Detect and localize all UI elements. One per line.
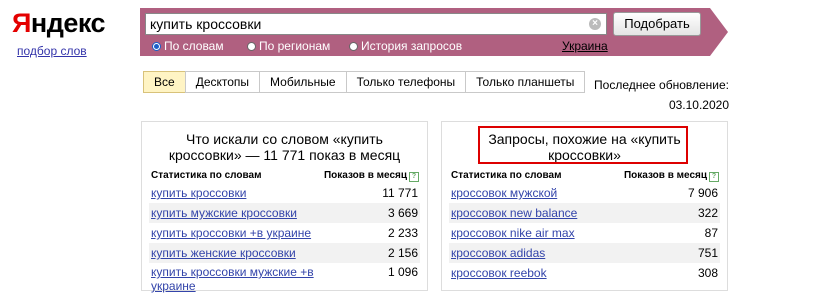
keyword-link[interactable]: кроссовок reebok <box>451 266 547 280</box>
keyword-link[interactable]: кроссовок new balance <box>451 206 577 220</box>
table-row: купить кроссовки 11 771 <box>149 183 420 203</box>
col-words: Статистика по словам <box>451 170 562 181</box>
count: 308 <box>697 266 718 280</box>
table-row: кроссовок nike air max 87 <box>449 223 720 243</box>
table-row: купить мужские кроссовки 3 669 <box>149 203 420 223</box>
help-icon[interactable]: ? <box>409 172 419 182</box>
left-table: купить кроссовки 11 771 купить мужские кр… <box>149 183 420 293</box>
keyword-link[interactable]: купить кроссовки мужские +в украине <box>151 265 321 293</box>
keyword-link[interactable]: купить мужские кроссовки <box>151 206 297 220</box>
radio-by-regions[interactable]: По регионам <box>247 39 330 53</box>
table-row: кроссовок new balance 322 <box>449 203 720 223</box>
table-row: кроссовок reebok 308 <box>449 263 720 283</box>
table-row: купить кроссовки мужские +в украине 1 096 <box>149 263 420 293</box>
count: 322 <box>697 206 718 220</box>
count: 3 669 <box>387 206 418 220</box>
radio-dot-icon <box>349 42 358 51</box>
radio-dot-icon <box>152 42 161 51</box>
search-input-value: купить кроссовки <box>150 16 262 32</box>
yandex-logo[interactable]: Яндекс <box>12 8 106 39</box>
last-update-date: 03.10.2020 <box>668 98 729 112</box>
help-icon[interactable]: ? <box>709 172 719 182</box>
right-table: кроссовок мужской 7 906 кроссовок new bal… <box>449 183 720 283</box>
logo-letter: Я <box>12 8 31 38</box>
device-tabs: Все Десктопы Мобильные Только телефоны Т… <box>143 71 586 93</box>
radio-history[interactable]: История запросов <box>349 39 462 53</box>
count: 2 233 <box>387 226 418 240</box>
count: 11 771 <box>382 186 418 200</box>
last-update: Последнее обновление: 03.10.2020 <box>594 75 729 115</box>
right-panel: Запросы, похожие на «купить кроссовки» С… <box>441 121 728 291</box>
table-row: кроссовок adidas 751 <box>449 243 720 263</box>
keyword-link[interactable]: кроссовок nike air max <box>451 226 575 240</box>
radio-dot-icon <box>247 42 256 51</box>
col-shows: Показов в месяц? <box>324 170 419 182</box>
left-panel-title: Что искали со словом «купить кроссовки» … <box>168 131 401 163</box>
count: 751 <box>697 246 718 260</box>
keyword-link[interactable]: кроссовок мужской <box>451 186 557 200</box>
search-input[interactable]: купить кроссовки × <box>145 13 607 35</box>
tab-desktops[interactable]: Десктопы <box>184 71 261 93</box>
region-link[interactable]: Украина <box>562 39 608 53</box>
left-panel: Что искали со словом «купить кроссовки» … <box>141 121 428 293</box>
keyword-link[interactable]: купить кроссовки +в украине <box>151 226 311 240</box>
count: 1 096 <box>387 265 418 279</box>
col-shows: Показов в месяц? <box>624 170 719 182</box>
tab-tablets[interactable]: Только планшеты <box>465 71 586 93</box>
wordstat-link[interactable]: подбор слов <box>17 44 87 58</box>
keyword-link[interactable]: купить женские кроссовки <box>151 246 296 260</box>
submit-button[interactable]: Подобрать <box>613 12 701 36</box>
col-words: Статистика по словам <box>151 170 262 181</box>
count: 87 <box>704 226 718 240</box>
table-row: купить кроссовки +в украине 2 233 <box>149 223 420 243</box>
radio-by-words[interactable]: По словам <box>152 39 224 53</box>
search-bar: купить кроссовки × Подобрать По словам П… <box>140 8 728 56</box>
table-row: кроссовок мужской 7 906 <box>449 183 720 203</box>
count: 7 906 <box>687 186 718 200</box>
logo-text: ндекс <box>30 8 106 38</box>
keyword-link[interactable]: кроссовок adidas <box>451 246 545 260</box>
keyword-link[interactable]: купить кроссовки <box>151 186 246 200</box>
count: 2 156 <box>387 246 418 260</box>
tab-all[interactable]: Все <box>143 71 186 93</box>
highlight-box <box>478 126 688 164</box>
table-row: купить женские кроссовки 2 156 <box>149 243 420 263</box>
last-update-label: Последнее обновление: <box>594 78 729 92</box>
tab-phones[interactable]: Только телефоны <box>345 71 467 93</box>
clear-icon[interactable]: × <box>589 18 601 30</box>
tab-mobile[interactable]: Мобильные <box>259 71 347 93</box>
